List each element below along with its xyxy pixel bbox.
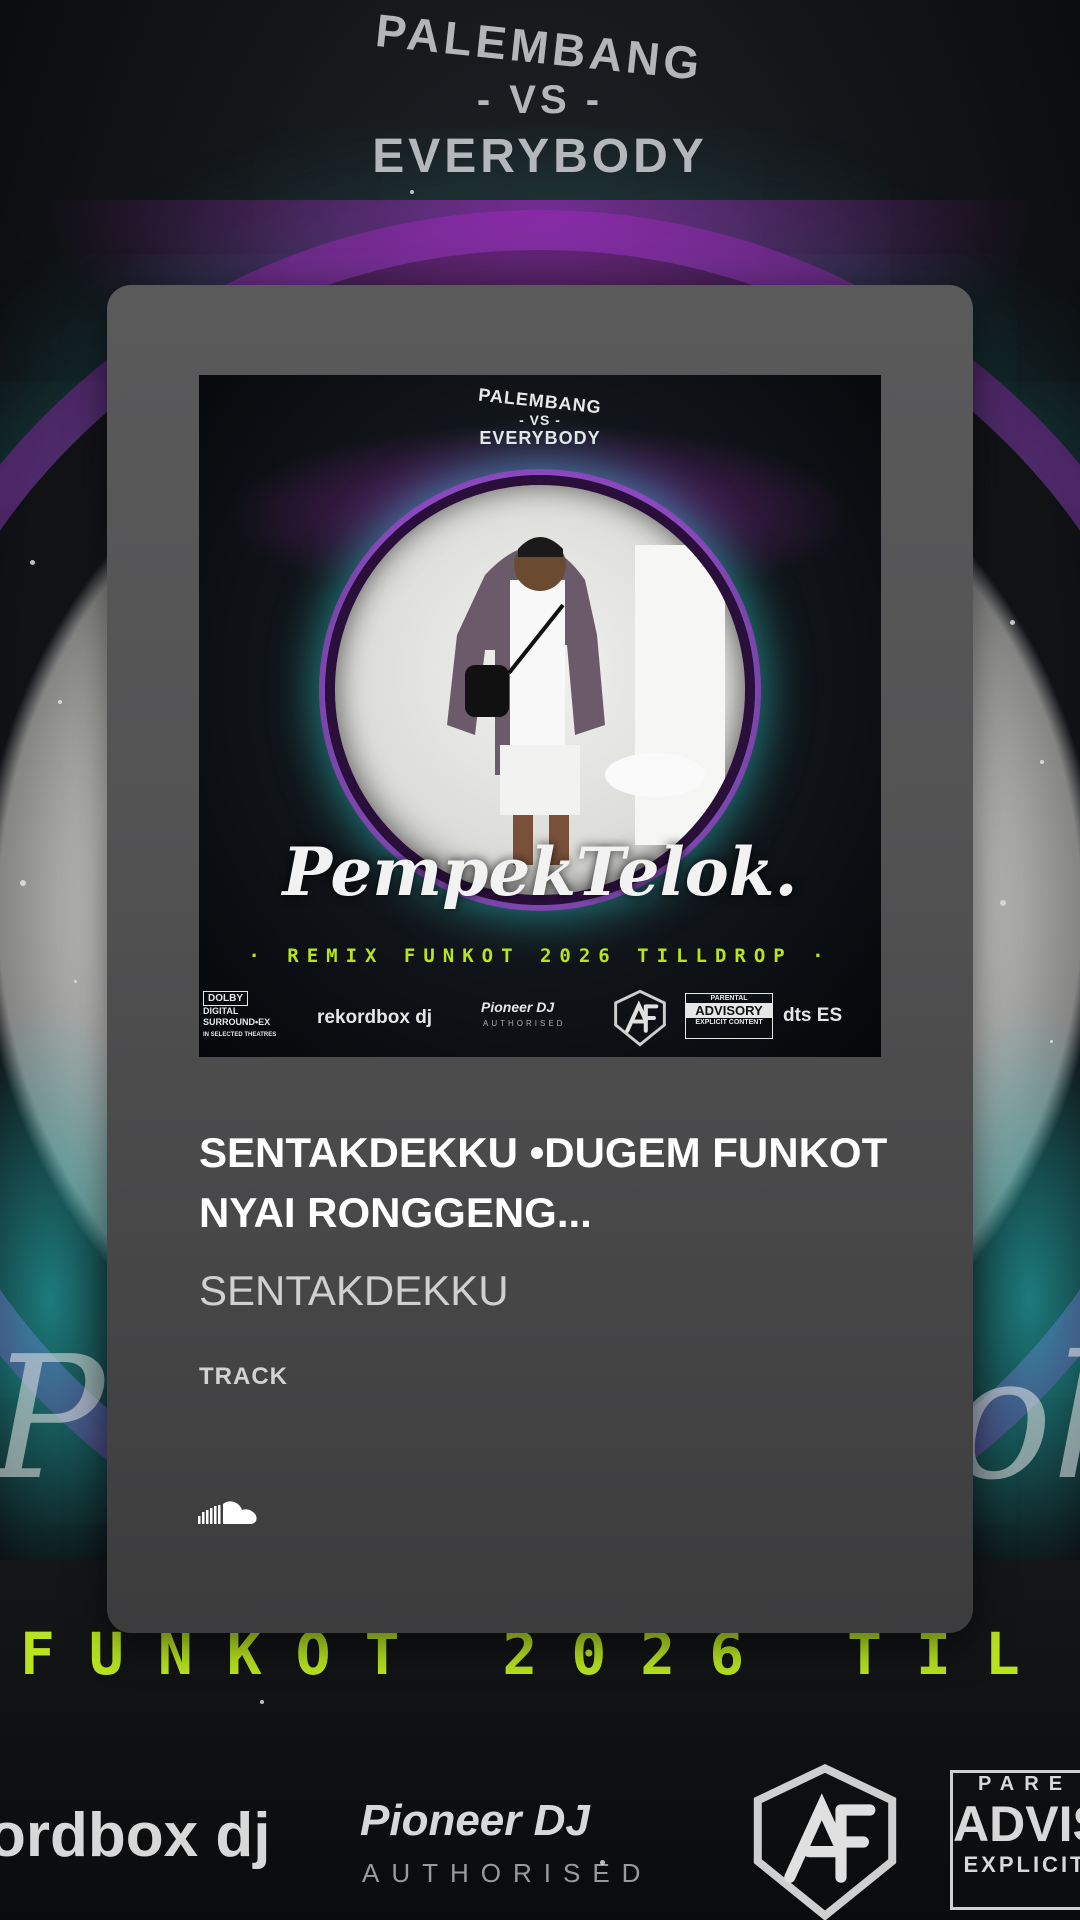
background-header-logo: PALEMBANG - VS - EVERYBODY [0, 4, 1080, 184]
speckle [1050, 1040, 1053, 1043]
background-advisory-mid: ADVIS [953, 1796, 1080, 1852]
content-type-label: TRACK [199, 1363, 288, 1390]
artwork-header-logo: PALEMBANG - VS - EVERYBODY [199, 385, 881, 449]
background-header-line2: - VS - [476, 78, 604, 122]
rekordbox-logo: rekordbox dj [317, 1007, 433, 1028]
speckle [600, 1860, 605, 1865]
speckle [74, 980, 77, 983]
track-artwork[interactable]: PALEMBANG - VS - EVERYBODY PempekTelok. … [199, 375, 881, 1057]
track-title[interactable]: SENTAKDEKKU •DUGEM FUNKOT NYAI RONGGENG.… [199, 1123, 899, 1243]
track-share-card[interactable]: PALEMBANG - VS - EVERYBODY PempekTelok. … [107, 285, 973, 1633]
soundcloud-icon[interactable] [198, 1498, 260, 1528]
pioneer-logo: Pioneer DJ [481, 999, 555, 1015]
background-logo-row: ordbox dj Pioneer DJ AUTHORISED PARE ADV… [0, 1740, 1080, 1920]
artwork-script-title: PempekTelok. [282, 833, 798, 911]
background-pioneer-sub: AUTHORISED [362, 1858, 653, 1888]
advisory-top: PARENTAL [710, 995, 748, 1002]
dolby-lines: DIGITAL SURROUND•EX [203, 1006, 271, 1027]
track-artist[interactable]: SENTAKDEKKU [199, 1263, 509, 1319]
speckle [410, 190, 414, 194]
background-script-left: P [0, 1320, 105, 1518]
background-pioneer-logo: Pioneer DJ [360, 1796, 590, 1845]
background-rekordbox-logo: ordbox dj [0, 1801, 271, 1870]
dts-logo: dts ES [783, 1005, 843, 1026]
af-emblem-icon [614, 989, 666, 1047]
background-header-line3: EVERYBODY [372, 130, 708, 183]
artwork-logo-row: DOLBY DIGITAL SURROUND•EX IN SELECTED TH… [199, 987, 881, 1047]
background-advisory-logo: PARE ADVIS EXPLICIT [950, 1770, 1080, 1910]
background-advisory-bottom: EXPLICIT [963, 1852, 1080, 1877]
speckle [1010, 620, 1015, 625]
parental-advisory-logo: PARENTAL ADVISORY EXPLICIT CONTENT [685, 993, 773, 1039]
background-advisory-top: PARE [977, 1773, 1073, 1795]
dolby-logo: DOLBY DIGITAL SURROUND•EX IN SELECTED TH… [203, 991, 299, 1045]
dolby-small: IN SELECTED THEATRES [203, 1032, 277, 1038]
advisory-bottom: EXPLICIT CONTENT [695, 1019, 763, 1026]
speckle [58, 700, 62, 704]
artwork-remix-line: · REMIX FUNKOT 2026 TILLDROP · [248, 945, 832, 967]
speckle [30, 560, 35, 565]
pioneer-sub: AUTHORISED [483, 1019, 566, 1028]
af-emblem-icon [753, 1763, 897, 1920]
speckle [20, 880, 26, 886]
speckle [260, 1700, 264, 1704]
advisory-mid: ADVISORY [686, 1003, 772, 1018]
dolby-box: DOLBY [203, 991, 248, 1006]
speckle [1000, 900, 1006, 906]
speckle [1040, 760, 1044, 764]
